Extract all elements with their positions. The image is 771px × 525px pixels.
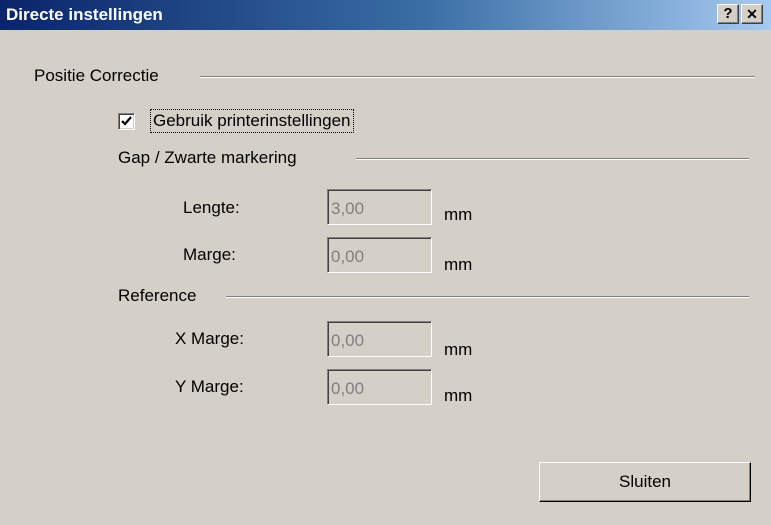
group-label-gap: Gap / Zwarte markering	[118, 148, 303, 168]
y-margin-unit: mm	[444, 386, 473, 405]
x-margin-label: X Marge:	[175, 329, 244, 348]
title-bar: Directe instellingen ? ✕	[0, 0, 771, 30]
length-field[interactable]	[327, 189, 432, 225]
checkmark-icon	[121, 116, 132, 126]
y-margin-label: Y Marge:	[175, 377, 244, 396]
group-label-reference: Reference	[118, 286, 203, 306]
margin-label: Marge:	[183, 245, 236, 264]
length-label: Lengte:	[183, 198, 240, 217]
margin-unit: mm	[444, 255, 473, 274]
group-divider-position	[200, 76, 755, 78]
help-button[interactable]: ?	[717, 4, 739, 24]
x-margin-unit: mm	[444, 340, 473, 359]
close-icon[interactable]: ✕	[741, 4, 763, 24]
x-margin-field[interactable]	[327, 321, 432, 357]
printer-settings-label[interactable]: Gebruik printerinstellingen	[150, 109, 354, 133]
y-margin-field[interactable]	[327, 369, 432, 405]
group-divider-reference	[226, 296, 749, 298]
printer-settings-checkbox[interactable]	[118, 113, 135, 130]
margin-field[interactable]	[327, 237, 432, 273]
group-divider-gap	[356, 158, 749, 160]
close-button[interactable]: Sluiten	[539, 462, 751, 502]
group-label-position: Positie Correctie	[34, 66, 165, 86]
window-title: Directe instellingen	[6, 5, 163, 24]
length-unit: mm	[444, 205, 473, 224]
